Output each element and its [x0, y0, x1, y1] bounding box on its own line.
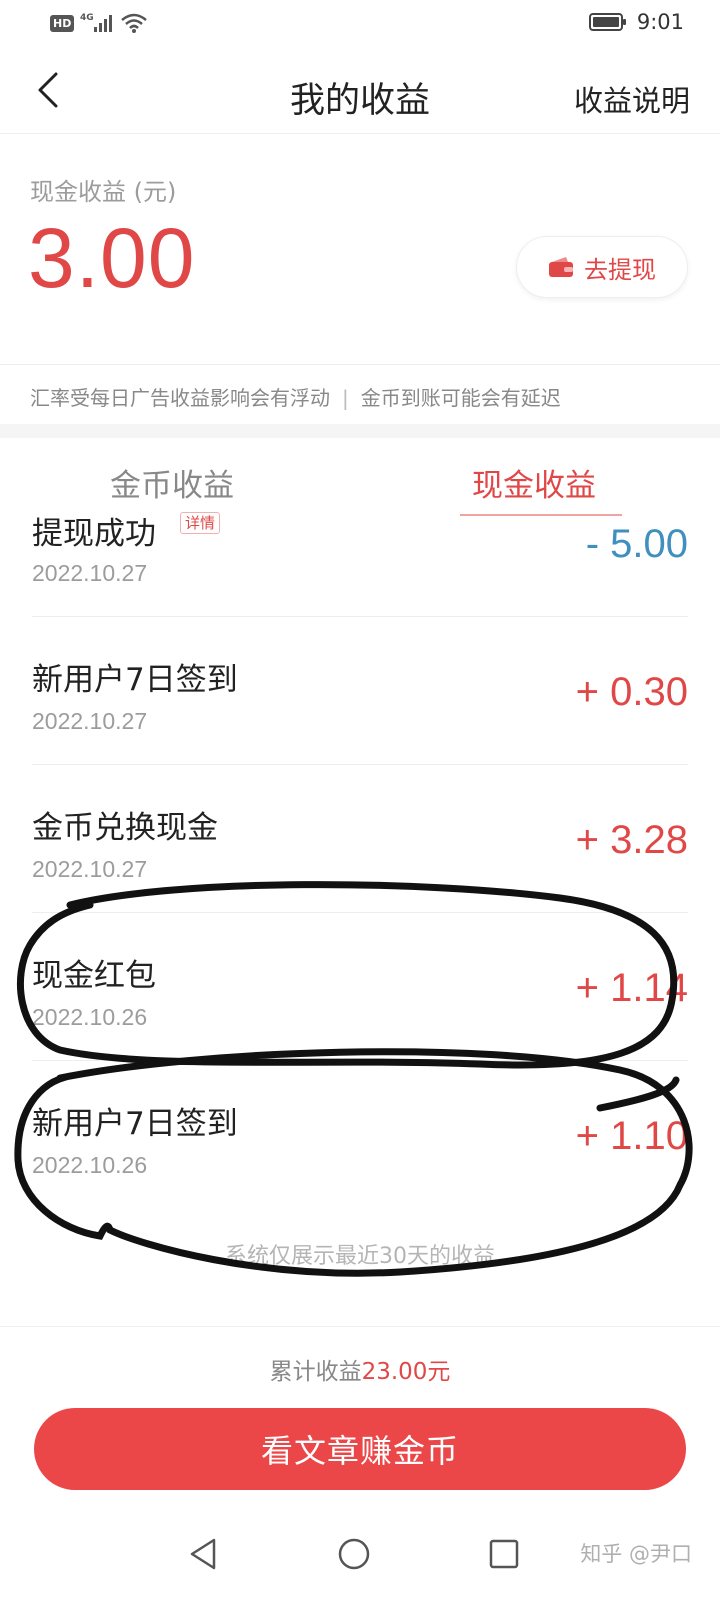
record-amount: + 0.30	[575, 670, 688, 714]
wallet-icon	[549, 257, 573, 277]
cumulative-earnings: 累计收益23.00元	[0, 1352, 720, 1386]
network-type-label: 4G	[80, 13, 94, 23]
tab-coin-earnings[interactable]: 金币收益	[110, 460, 234, 505]
status-right: 9:01	[588, 10, 684, 34]
record-amount: + 1.14	[575, 966, 688, 1010]
nav-home-icon[interactable]	[334, 1534, 374, 1574]
exchange-rate-notice: 汇率受每日广告收益影响会有浮动 | 金币到账可能会有延迟	[30, 382, 561, 411]
status-bar: HD 4G 9:01	[0, 0, 720, 50]
notice-right: 金币到账可能会有延迟	[360, 386, 561, 410]
clock: 9:01	[636, 10, 684, 34]
total-value: 23.00元	[361, 1359, 451, 1385]
list-item[interactable]: 金币兑换现金 2022.10.27 + 3.28	[0, 764, 720, 914]
list-item[interactable]: 新用户7日签到 2022.10.27 + 0.30	[0, 616, 720, 766]
record-title: 金币兑换现金	[32, 810, 218, 846]
record-amount: + 1.10	[575, 1114, 688, 1158]
record-title: 提现成功	[32, 516, 156, 552]
list-item[interactable]: 新用户7日签到 2022.10.26 + 1.10	[0, 1060, 720, 1210]
balance-amount: 3.00	[28, 211, 196, 305]
record-date: 2022.10.27	[32, 560, 148, 586]
withdraw-label: 去提现	[584, 255, 656, 284]
notice-left: 汇率受每日广告收益影响会有浮动	[30, 386, 330, 410]
tab-cash-earnings[interactable]: 现金收益	[472, 460, 596, 505]
record-amount: + 3.28	[575, 818, 688, 862]
system-nav-bar: 知乎 @尹口	[0, 1510, 720, 1600]
record-date: 2022.10.26	[32, 1152, 148, 1178]
nav-back-icon[interactable]	[184, 1534, 224, 1574]
divider	[0, 364, 720, 365]
section-separator	[0, 424, 720, 438]
record-title: 新用户7日签到	[32, 662, 238, 698]
app-header: 我的收益 收益说明	[0, 50, 720, 134]
nav-recents-icon[interactable]	[484, 1534, 524, 1574]
notice-separator: |	[342, 386, 349, 410]
record-date: 2022.10.27	[32, 856, 148, 882]
total-label: 累计收益	[269, 1359, 362, 1385]
wifi-icon	[121, 13, 148, 33]
detail-badge[interactable]: 详情	[180, 512, 221, 534]
record-title: 现金红包	[32, 958, 156, 994]
record-date: 2022.10.26	[32, 1004, 148, 1030]
list-footer-note: 系统仅展示最近30天的收益	[225, 1244, 495, 1269]
record-date: 2022.10.27	[32, 708, 148, 734]
record-amount: - 5.00	[585, 522, 688, 566]
battery-icon	[588, 13, 626, 31]
balance-label: 现金收益 (元)	[30, 178, 177, 206]
hd-icon: HD	[50, 14, 75, 32]
withdraw-button[interactable]: 去提现	[516, 236, 688, 298]
status-left: HD 4G	[50, 12, 148, 34]
read-articles-earn-coins-button[interactable]: 看文章赚金币	[34, 1408, 686, 1490]
signal-icon: 4G	[80, 13, 113, 32]
earnings-explanation-link[interactable]: 收益说明	[574, 78, 690, 120]
watermark: 知乎 @尹口	[580, 1542, 692, 1566]
record-title: 新用户7日签到	[32, 1106, 238, 1142]
list-item[interactable]: 现金红包 2022.10.26 + 1.14	[0, 912, 720, 1062]
